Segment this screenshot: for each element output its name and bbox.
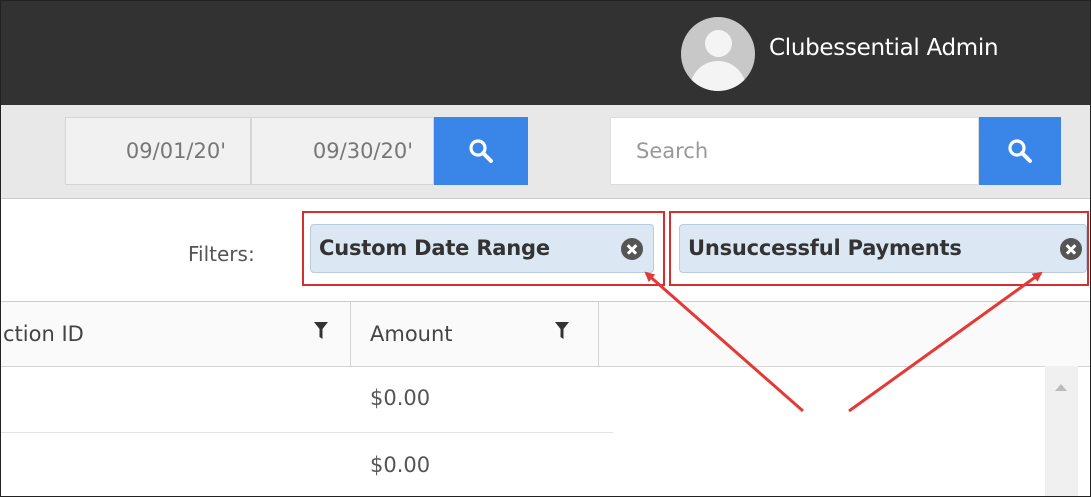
search-icon — [1008, 139, 1032, 163]
close-icon[interactable] — [1060, 238, 1082, 260]
column-header-transaction-id[interactable]: ction ID — [1, 302, 351, 366]
filter-funnel-icon[interactable] — [314, 322, 328, 340]
top-bar: Clubessential Admin — [1, 1, 1090, 105]
scroll-up-arrow-icon[interactable] — [1055, 384, 1067, 391]
user-name[interactable]: Clubessential Admin — [769, 35, 999, 61]
amount-cell: $0.00 — [370, 386, 431, 410]
filter-chip-custom-date-range[interactable]: Custom Date Range — [310, 224, 654, 273]
table-row[interactable]: $0.00 — [1, 366, 613, 433]
user-avatar-icon[interactable] — [681, 17, 755, 91]
transactions-table: ction ID Amount $0.00 $0.00 — [1, 301, 1090, 496]
end-date-input[interactable]: 09/30/20' — [251, 117, 434, 185]
toolbar: 09/01/20' 09/30/20' Search — [1, 105, 1090, 199]
date-search-button[interactable] — [434, 117, 528, 185]
filters-label: Filters: — [188, 242, 255, 266]
filter-chip-label: Custom Date Range — [319, 236, 550, 260]
close-icon[interactable] — [621, 238, 643, 260]
column-header-amount[interactable]: Amount — [352, 302, 599, 366]
table-header: ction ID Amount — [1, 301, 1090, 367]
screenshot-frame: Clubessential Admin 09/01/20' 09/30/20' … — [0, 0, 1091, 497]
search-icon — [469, 139, 493, 163]
search-button[interactable] — [979, 117, 1061, 185]
scrollbar[interactable] — [1045, 366, 1078, 496]
amount-cell: $0.00 — [370, 453, 431, 477]
search-input[interactable]: Search — [610, 117, 979, 185]
filter-chip-unsuccessful-payments[interactable]: Unsuccessful Payments — [679, 224, 1087, 273]
filter-funnel-icon[interactable] — [555, 322, 569, 340]
start-date-input[interactable]: 09/01/20' — [65, 117, 251, 185]
filter-chip-label: Unsuccessful Payments — [688, 236, 962, 260]
table-row[interactable]: $0.00 — [1, 433, 613, 496]
